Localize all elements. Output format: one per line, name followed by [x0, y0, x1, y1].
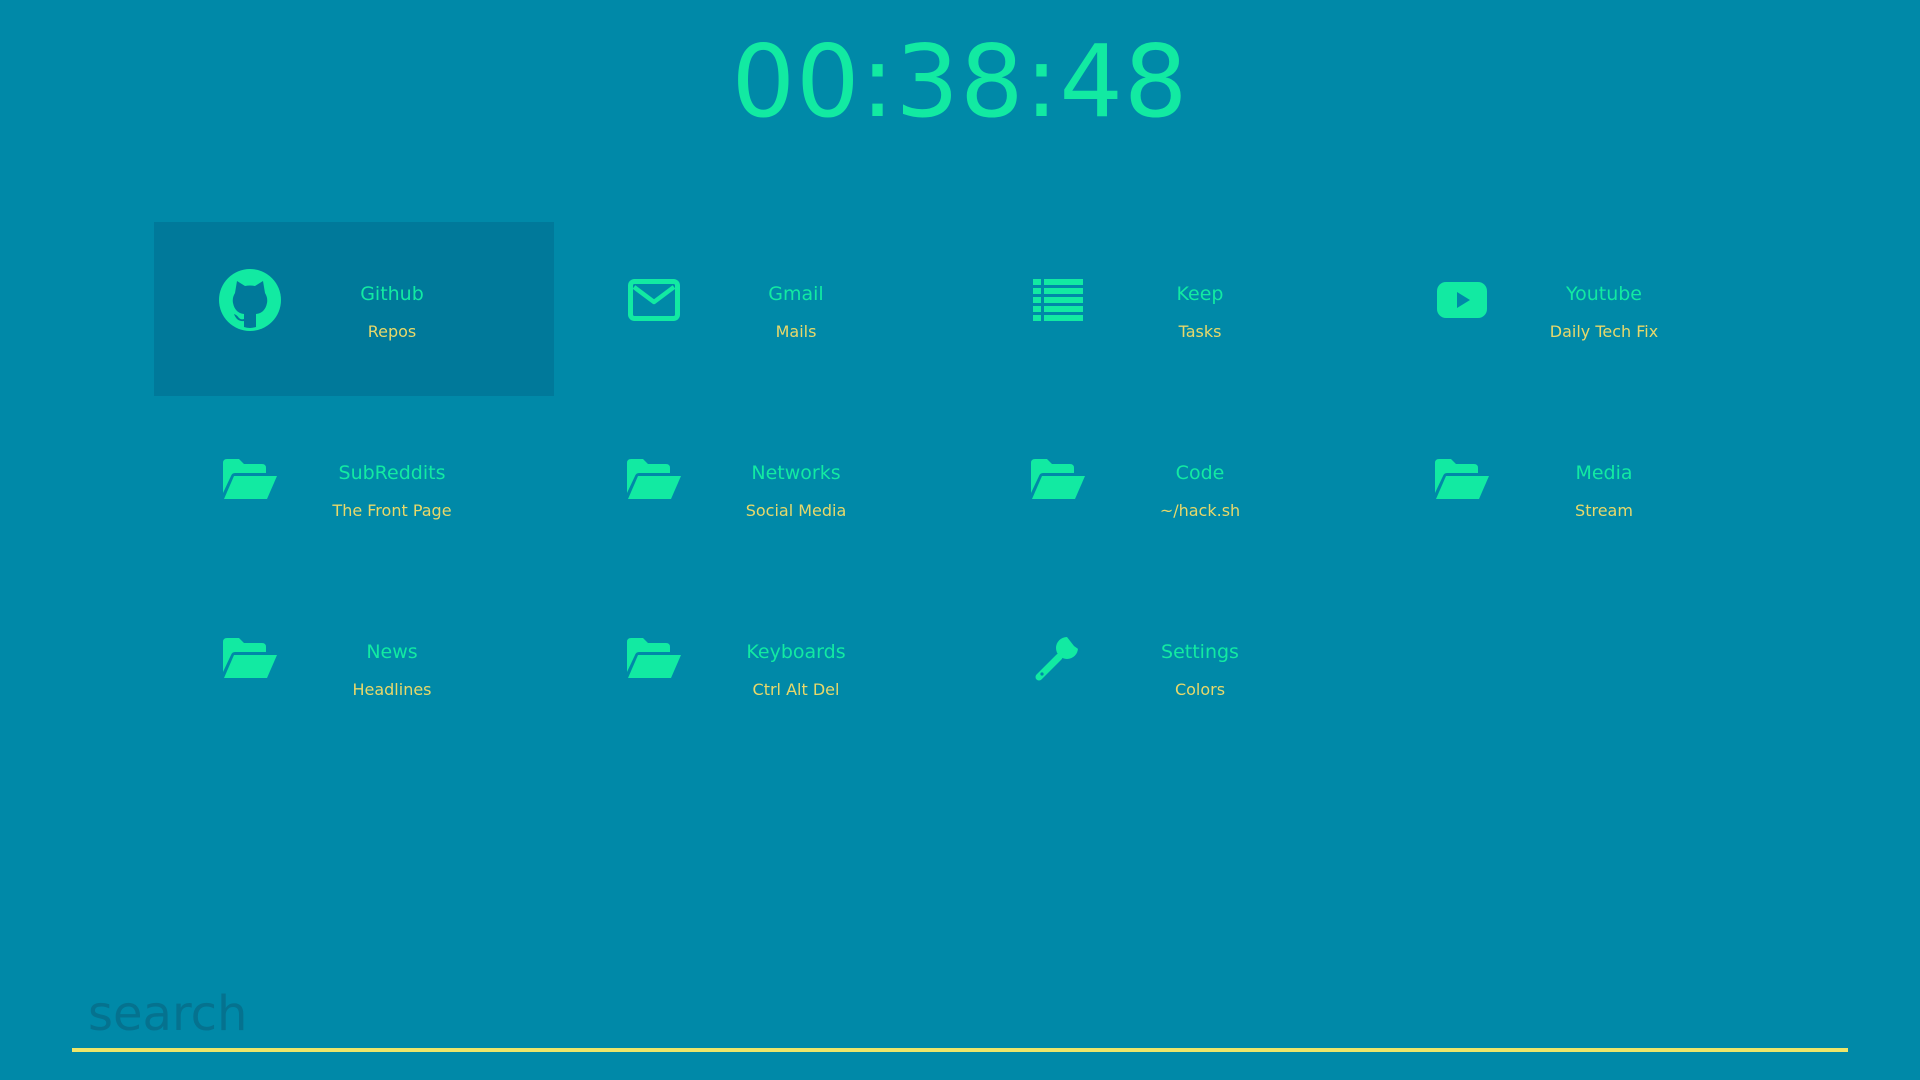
- envelope-icon: [622, 268, 686, 332]
- tile-github[interactable]: Github Repos: [154, 222, 554, 396]
- tile-media[interactable]: Media Stream: [1366, 401, 1766, 575]
- wrench-icon: [1026, 626, 1090, 690]
- folder-open-icon: [1430, 447, 1494, 511]
- tile-title: Github: [360, 283, 424, 305]
- tile-title: Media: [1575, 462, 1633, 484]
- tile-networks[interactable]: Networks Social Media: [558, 401, 958, 575]
- tile-gmail[interactable]: Gmail Mails: [558, 222, 958, 396]
- folder-open-icon: [218, 447, 282, 511]
- list-icon: [1026, 268, 1090, 332]
- github-icon: [218, 268, 282, 332]
- tile-subreddits[interactable]: SubReddits The Front Page: [154, 401, 554, 575]
- tile-subtitle: Repos: [367, 322, 417, 341]
- tile-youtube[interactable]: Youtube Daily Tech Fix: [1366, 222, 1766, 396]
- tile-subtitle: Tasks: [1178, 322, 1222, 341]
- folder-open-icon: [622, 626, 686, 690]
- tile-subtitle: The Front Page: [332, 501, 452, 520]
- tile-subtitle: Ctrl Alt Del: [752, 680, 840, 699]
- tile-news[interactable]: News Headlines: [154, 580, 554, 754]
- folder-open-icon: [218, 626, 282, 690]
- tile-title: Keep: [1176, 283, 1224, 305]
- tile-title: Settings: [1161, 641, 1239, 663]
- tile-title: Gmail: [768, 283, 824, 305]
- tile-subtitle: Daily Tech Fix: [1549, 322, 1659, 341]
- tile-subtitle: Colors: [1174, 680, 1226, 699]
- tile-code[interactable]: Code ~/hack.sh: [962, 401, 1362, 575]
- tile-settings[interactable]: Settings Colors: [962, 580, 1362, 754]
- youtube-icon: [1430, 268, 1494, 332]
- tile-title: Keyboards: [746, 641, 846, 663]
- folder-open-icon: [1026, 447, 1090, 511]
- search-input[interactable]: [72, 972, 1848, 1052]
- tile-title: SubReddits: [338, 462, 446, 484]
- tile-subtitle: Stream: [1575, 501, 1633, 520]
- folder-open-icon: [622, 447, 686, 511]
- tile-keyboards[interactable]: Keyboards Ctrl Alt Del: [558, 580, 958, 754]
- clock: 00:38:48: [731, 23, 1189, 140]
- tile-subtitle: Headlines: [352, 680, 432, 699]
- tile-subtitle: Social Media: [745, 501, 847, 520]
- tile-title: Youtube: [1566, 283, 1642, 305]
- tile-keep[interactable]: Keep Tasks: [962, 222, 1362, 396]
- tile-title: Code: [1175, 462, 1225, 484]
- tile-subtitle: Mails: [775, 322, 817, 341]
- tile-subtitle: ~/hack.sh: [1159, 501, 1241, 520]
- tile-title: Networks: [751, 462, 841, 484]
- tile-title: News: [366, 641, 418, 663]
